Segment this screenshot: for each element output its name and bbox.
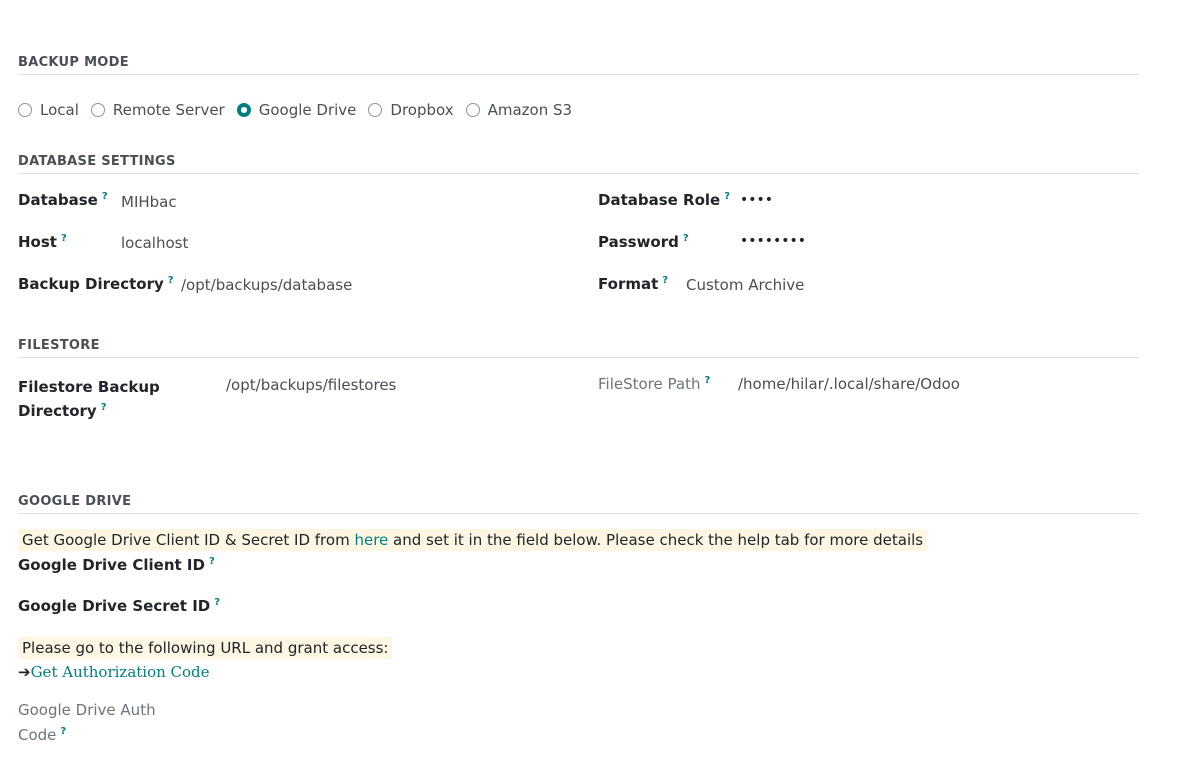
arrow-right-icon: ➔: [18, 663, 31, 681]
help-tooltip-icon[interactable]: ?: [209, 556, 215, 567]
format-select[interactable]: Custom Archive: [686, 276, 804, 294]
radio-remote-server[interactable]: Remote Server: [90, 101, 225, 119]
help-tooltip-icon[interactable]: ?: [662, 275, 668, 286]
radio-circle-icon: [18, 103, 32, 117]
help-tooltip-icon[interactable]: ?: [683, 233, 689, 244]
section-title-backup-mode: BACKUP MODE: [18, 55, 129, 70]
get-authorization-code-link[interactable]: ➔Get Authorization Code: [18, 663, 210, 681]
password-field[interactable]: ••••••••: [740, 233, 806, 249]
here-link[interactable]: here: [354, 531, 388, 549]
filestore-backup-directory-label: Filestore Backup Directory?: [18, 378, 160, 420]
google-drive-credentials-notice: Get Google Drive Client ID & Secret ID f…: [18, 529, 928, 551]
radio-amazon-s3[interactable]: Amazon S3: [465, 101, 573, 119]
database-role-field[interactable]: ••••: [740, 192, 773, 208]
radio-label-google-drive: Google Drive: [258, 101, 357, 119]
filestore-path-label: FileStore Path?: [598, 375, 711, 393]
radio-google-drive[interactable]: Google Drive: [236, 101, 357, 119]
section-title-google-drive: GOOGLE DRIVE: [18, 494, 132, 509]
help-tooltip-icon[interactable]: ?: [60, 726, 66, 737]
grant-access-notice: Please go to the following URL and grant…: [18, 637, 393, 659]
help-tooltip-icon[interactable]: ?: [101, 402, 107, 413]
help-tooltip-icon[interactable]: ?: [214, 597, 220, 608]
section-divider: [18, 74, 1139, 75]
host-field[interactable]: localhost: [121, 234, 188, 252]
radio-label-remote-server: Remote Server: [112, 101, 225, 119]
radio-local[interactable]: Local: [18, 101, 79, 119]
filestore-backup-directory-field[interactable]: /opt/backups/filestores: [226, 376, 396, 394]
help-tooltip-icon[interactable]: ?: [724, 191, 730, 202]
section-divider: [18, 173, 1139, 174]
filestore-path-field[interactable]: /home/hilar/.local/share/Odoo: [738, 375, 960, 393]
section-title-filestore: FILESTORE: [18, 338, 100, 353]
password-label: Password?: [598, 233, 689, 251]
google-drive-auth-code-label: Google Drive Auth Code?: [18, 701, 156, 744]
format-label: Format?: [598, 275, 669, 293]
database-label: Database?: [18, 191, 108, 209]
host-label: Host?: [18, 233, 67, 251]
help-tooltip-icon[interactable]: ?: [102, 191, 108, 202]
database-role-label: Database Role?: [598, 191, 731, 209]
radio-circle-icon: [465, 103, 480, 117]
radio-label-dropbox: Dropbox: [390, 101, 454, 119]
backup-directory-field[interactable]: /opt/backups/database: [181, 276, 352, 294]
section-divider: [18, 357, 1139, 358]
radio-circle-icon: [368, 103, 383, 117]
help-tooltip-icon[interactable]: ?: [168, 275, 174, 286]
google-drive-client-id-label: Google Drive Client ID?: [18, 556, 215, 574]
radio-checked-icon: [236, 103, 251, 117]
radio-label-amazon-s3: Amazon S3: [487, 101, 573, 119]
radio-dropbox[interactable]: Dropbox: [368, 101, 454, 119]
help-tooltip-icon[interactable]: ?: [704, 375, 710, 386]
google-drive-secret-id-label: Google Drive Secret ID?: [18, 597, 221, 615]
database-field[interactable]: MIHbac: [121, 193, 177, 211]
section-title-database-settings: DATABASE SETTINGS: [18, 154, 176, 169]
radio-label-local: Local: [40, 101, 79, 119]
radio-circle-icon: [90, 103, 105, 117]
section-divider: [18, 513, 1139, 514]
help-tooltip-icon[interactable]: ?: [61, 233, 67, 244]
backup-mode-radio-group: Local Remote Server Google Drive Dropbox…: [18, 100, 584, 120]
backup-directory-label: Backup Directory?: [18, 275, 174, 293]
